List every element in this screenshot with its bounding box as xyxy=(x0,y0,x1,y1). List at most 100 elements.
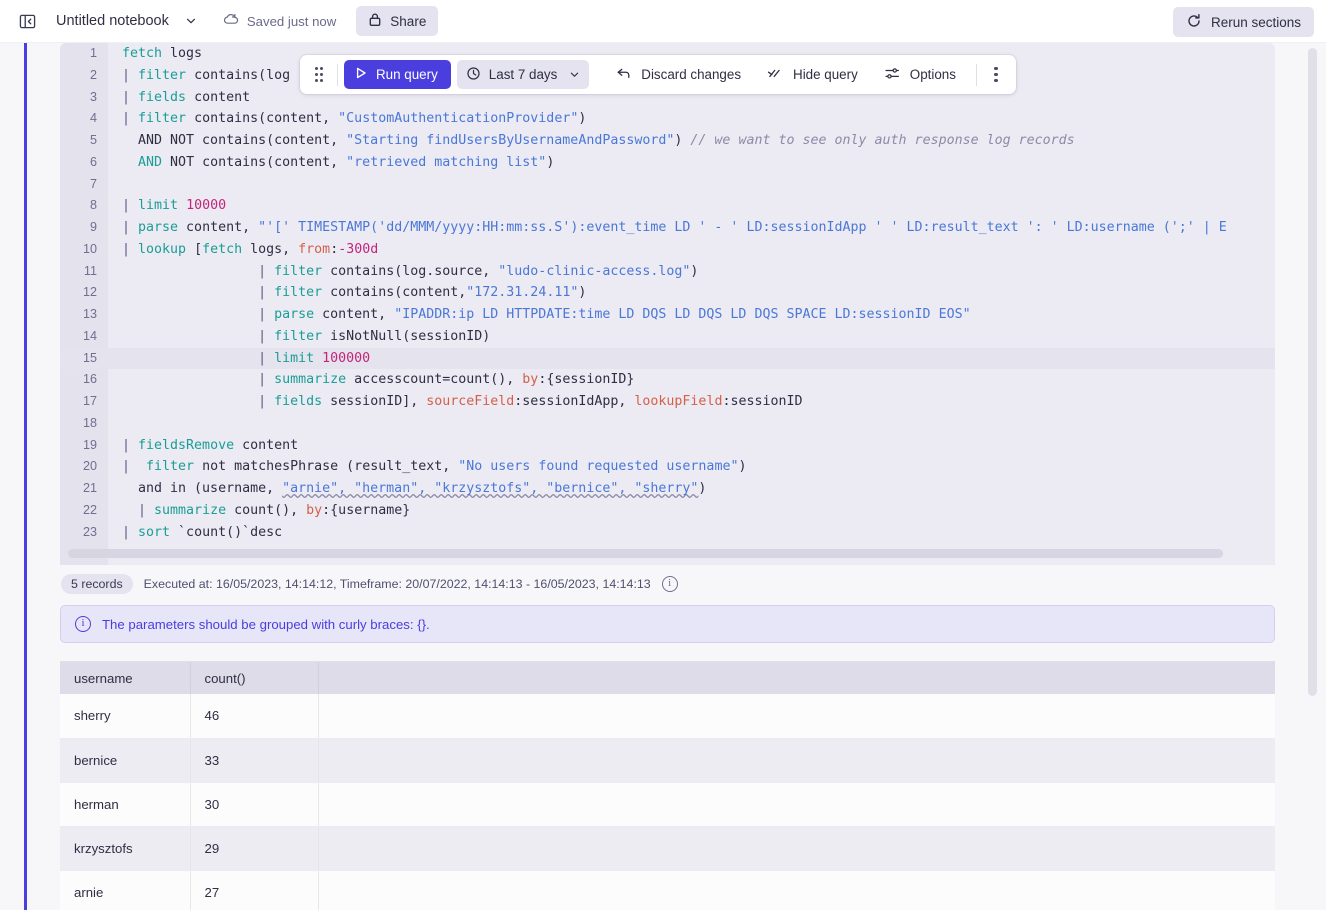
code-token: ) xyxy=(698,481,706,496)
code-token: | xyxy=(122,307,274,322)
horizontal-scrollbar[interactable] xyxy=(68,549,1265,558)
code-line[interactable]: 4| filter contains(content, "CustomAuthe… xyxy=(60,108,1275,130)
code-line[interactable]: 18 xyxy=(60,413,1275,435)
code-line-text: | filter not matchesPhrase (result_text,… xyxy=(108,456,746,478)
notebook-title[interactable]: Untitled notebook xyxy=(56,13,169,29)
line-number: 3 xyxy=(60,87,108,109)
kebab-menu-icon[interactable] xyxy=(983,62,1009,88)
code-line[interactable]: 9| parse content, "'[' TIMESTAMP('dd/MMM… xyxy=(60,217,1275,239)
table-column-header[interactable]: count() xyxy=(190,662,318,694)
line-number: 23 xyxy=(60,522,108,544)
table-cell: bernice xyxy=(60,738,190,782)
table-cell xyxy=(318,826,1275,870)
code-line[interactable]: 17 | fields sessionID], sourceField:sess… xyxy=(60,391,1275,413)
undo-arrow-icon xyxy=(615,66,632,84)
run-query-button[interactable]: Run query xyxy=(344,60,451,89)
code-line-text: | filter contains(log xyxy=(108,65,290,87)
vertical-scrollbar[interactable] xyxy=(1308,48,1317,906)
query-hint-notice: i The parameters should be grouped with … xyxy=(60,605,1275,643)
code-token: | xyxy=(122,503,154,518)
horizontal-scrollbar-thumb[interactable] xyxy=(68,549,1223,558)
play-icon xyxy=(354,66,368,83)
code-token: | xyxy=(122,264,274,279)
options-button[interactable]: Options xyxy=(874,60,966,89)
code-line-text: | fields content xyxy=(108,87,250,109)
code-token: | xyxy=(122,438,138,453)
table-row[interactable]: arnie27 xyxy=(60,870,1275,910)
table-row[interactable]: sherry46 xyxy=(60,694,1275,738)
table-cell xyxy=(318,870,1275,910)
code-token: ) xyxy=(578,111,586,126)
code-token: by xyxy=(306,503,322,518)
table-row[interactable]: bernice33 xyxy=(60,738,1275,782)
code-token: | xyxy=(122,351,274,366)
info-circle-icon[interactable]: i xyxy=(662,576,678,592)
chevron-down-icon[interactable] xyxy=(181,11,201,31)
code-lines[interactable]: 1fetch logs2| filter contains(log3| fiel… xyxy=(60,43,1275,565)
share-button[interactable]: Share xyxy=(356,6,438,36)
code-line[interactable]: 22 | summarize count(), by:{username} xyxy=(60,500,1275,522)
table-cell: 33 xyxy=(190,738,318,782)
table-row[interactable]: herman30 xyxy=(60,782,1275,826)
table-column-header[interactable]: username xyxy=(60,662,190,694)
code-line[interactable]: 19| fieldsRemove content xyxy=(60,435,1275,457)
code-line[interactable]: 5 AND NOT contains(content, "Starting fi… xyxy=(60,130,1275,152)
line-number: 20 xyxy=(60,456,108,478)
line-number: 19 xyxy=(60,435,108,457)
table-cell: arnie xyxy=(60,870,190,910)
notebook-section: 1fetch logs2| filter contains(log3| fiel… xyxy=(24,43,1288,910)
code-token: "CustomAuthenticationProvider" xyxy=(338,111,578,126)
save-status-label: Saved just now xyxy=(247,14,336,29)
code-line-text: | parse content, "'[' TIMESTAMP('dd/MMM/… xyxy=(108,217,1227,239)
code-line[interactable]: 21 and in (username, "arnie", "herman", … xyxy=(60,478,1275,500)
code-token: fields xyxy=(274,394,322,409)
code-line[interactable]: 11 | filter contains(log.source, "ludo-c… xyxy=(60,261,1275,283)
code-token: NOT contains(content, xyxy=(162,155,346,170)
line-number: 18 xyxy=(60,413,108,435)
query-code-editor[interactable]: 1fetch logs2| filter contains(log3| fiel… xyxy=(60,43,1275,565)
rerun-sections-button[interactable]: Rerun sections xyxy=(1173,7,1314,37)
code-line[interactable]: 13 | parse content, "IPADDR:ip LD HTTPDA… xyxy=(60,304,1275,326)
hide-query-button[interactable]: Hide query xyxy=(757,60,868,89)
code-token: | xyxy=(122,90,138,105)
code-line[interactable]: 16 | summarize accesscount=count(), by:{… xyxy=(60,369,1275,391)
code-line[interactable]: 14 | filter isNotNull(sessionID) xyxy=(60,326,1275,348)
code-token: contains(log.source, xyxy=(322,264,498,279)
lock-icon xyxy=(368,12,382,30)
toolbar-divider xyxy=(337,64,338,86)
code-line[interactable]: 6 AND NOT contains(content, "retrieved m… xyxy=(60,152,1275,174)
hide-query-label: Hide query xyxy=(793,67,858,82)
code-token: | xyxy=(122,394,274,409)
drag-dots-icon[interactable] xyxy=(307,62,331,88)
code-token xyxy=(314,351,322,366)
discard-changes-button[interactable]: Discard changes xyxy=(605,60,751,89)
code-token: contains(log xyxy=(186,68,290,83)
code-line[interactable]: 8| limit 10000 xyxy=(60,195,1275,217)
code-line-text: | filter contains(content, "CustomAuthen… xyxy=(108,108,586,130)
timeframe-selector[interactable]: Last 7 days xyxy=(457,60,589,89)
code-line[interactable]: 23| sort `count()`desc xyxy=(60,522,1275,544)
code-token: "172.31.24.11" xyxy=(466,285,578,300)
line-number: 17 xyxy=(60,391,108,413)
code-token: "No users found requested username" xyxy=(458,459,738,474)
code-token: summarize xyxy=(154,503,226,518)
table-row[interactable]: krzysztofs29 xyxy=(60,826,1275,870)
vertical-scrollbar-thumb[interactable] xyxy=(1308,48,1317,696)
code-token: content, xyxy=(178,220,258,235)
code-line[interactable]: 10| lookup [fetch logs, from:-300d xyxy=(60,239,1275,261)
code-token: summarize xyxy=(274,372,346,387)
code-token: parse xyxy=(138,220,178,235)
code-line-text: and in (username, "arnie", "herman", "kr… xyxy=(108,478,706,500)
code-line[interactable]: 12 | filter contains(content,"172.31.24.… xyxy=(60,282,1275,304)
code-token: [ xyxy=(186,242,202,257)
line-number: 16 xyxy=(60,369,108,391)
code-line[interactable]: 15 | limit 100000 xyxy=(60,348,1275,370)
code-line[interactable]: 7 xyxy=(60,174,1275,196)
code-token: // we want to see only auth response log… xyxy=(690,133,1074,148)
code-line-text: | summarize accesscount=count(), by:{ses… xyxy=(108,369,634,391)
panel-collapse-icon[interactable] xyxy=(12,6,42,36)
table-column-header[interactable] xyxy=(318,662,1275,694)
code-line-text: | filter contains(log.source, "ludo-clin… xyxy=(108,261,698,283)
code-line[interactable]: 20| filter not matchesPhrase (result_tex… xyxy=(60,456,1275,478)
code-token: "IPADDR:ip LD HTTPDATE:time LD DQS LD DQ… xyxy=(394,307,970,322)
